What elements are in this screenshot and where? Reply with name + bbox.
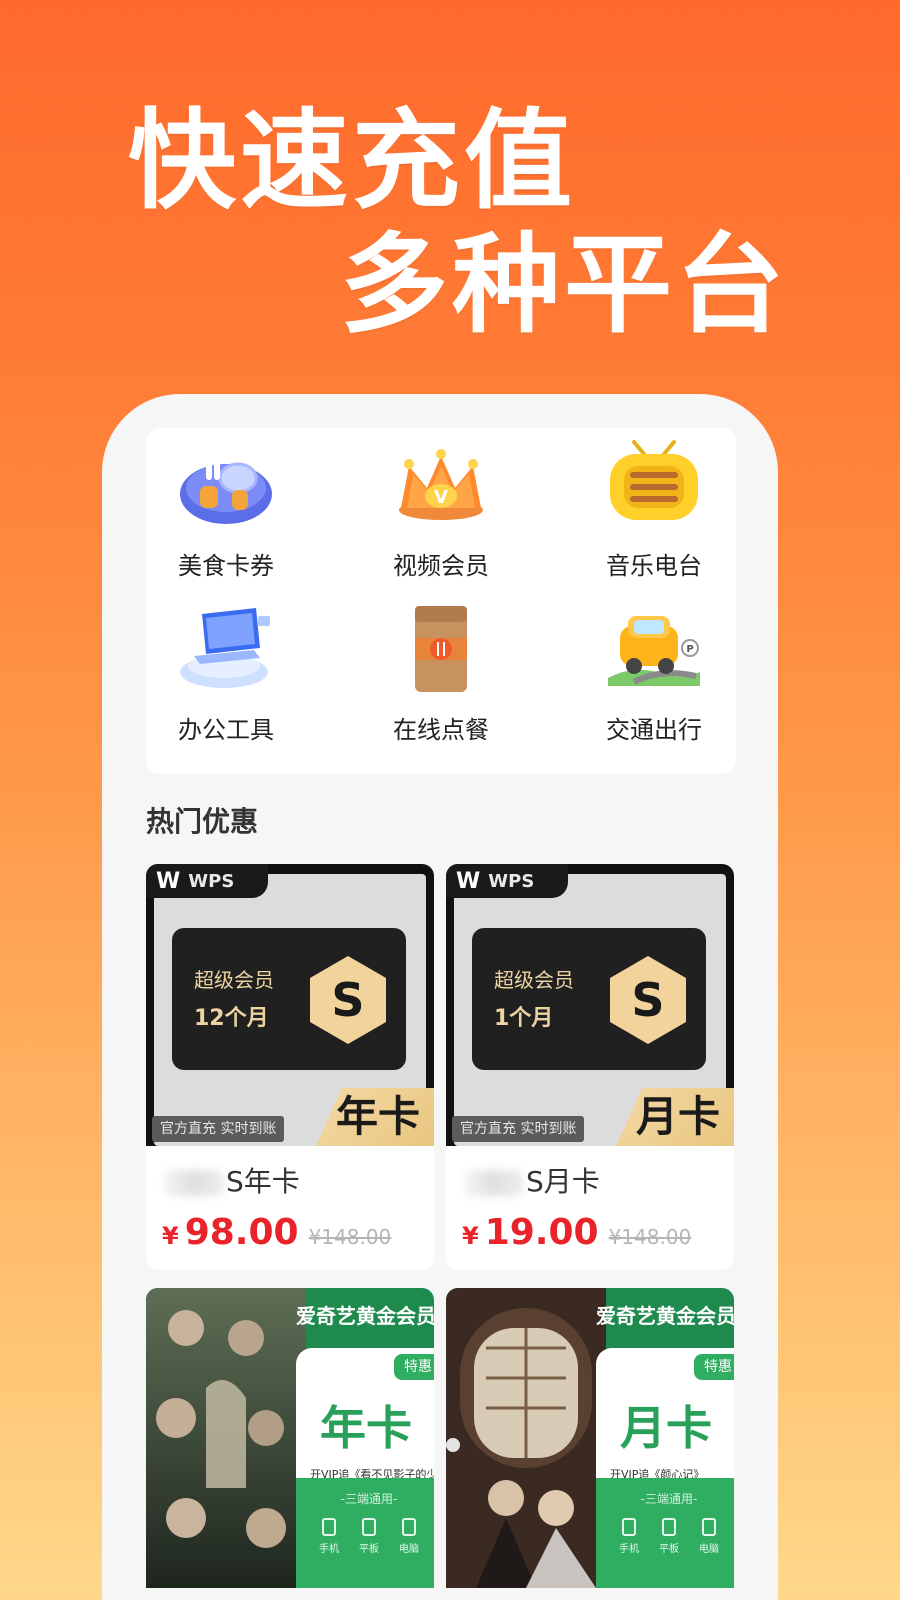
svg-text:V: V [434, 487, 448, 508]
category-music-radio[interactable]: 音乐电台 [574, 438, 734, 588]
hero-title-line2: 多种平台 [340, 223, 789, 348]
hero-banner: 快速充值 多种平台 [0, 0, 900, 390]
price-symbol: ¥ [462, 1222, 479, 1250]
device-footer: -三端通用- 手机 平板 电脑 [296, 1478, 434, 1588]
wps-brand-tag: W WPS [146, 864, 268, 898]
product-card-iqiyi-month[interactable]: 爱奇艺黄金会员 特惠 月卡 开VIP追《颜心记》 -三端通用- 手机 平板 电脑 [446, 1288, 734, 1588]
category-label: 音乐电台 [606, 552, 702, 580]
official-tag: 官方直充 实时到账 [452, 1116, 585, 1142]
iqiyi-panel: 特惠 月卡 开VIP追《颜心记》 -三端通用- 手机 平板 电脑 [596, 1348, 734, 1588]
blurred-text [464, 1170, 524, 1196]
category-online-order[interactable]: 在线点餐 [361, 602, 521, 752]
device-footer-label: -三端通用- [340, 1492, 398, 1506]
drama-poster-image [146, 1288, 306, 1588]
product-name-row: S月卡 [464, 1160, 600, 1200]
video-crown-icon: V [391, 438, 491, 534]
category-label: 在线点餐 [393, 716, 489, 744]
vip-title: 超级会员 [494, 968, 574, 992]
price-row: ¥ 19.00 ¥148.00 [462, 1212, 691, 1253]
category-label: 交通出行 [606, 716, 702, 744]
price-row: ¥ 98.00 ¥148.00 [162, 1212, 391, 1253]
brand-label: WPS [188, 870, 235, 892]
vip-duration: 1个月 [494, 1006, 554, 1031]
category-food-voucher[interactable]: 美食卡券 [146, 438, 306, 588]
product-card-wps-year[interactable]: W WPS 超级会员 12个月 S 官方直充 实时到账 年卡 S年卡 ¥ 98.… [146, 864, 434, 1270]
device-footer: -三端通用- 手机 平板 电脑 [596, 1478, 734, 1588]
iqiyi-header: 爱奇艺黄金会员 [296, 1304, 434, 1328]
device-footer-label: -三端通用- [640, 1492, 698, 1506]
category-label: 视频会员 [393, 552, 489, 580]
product-card-wps-month[interactable]: W WPS 超级会员 1个月 S 官方直充 实时到账 月卡 S月卡 ¥ 19.0… [446, 864, 734, 1270]
discount-badge: 特惠 [394, 1354, 434, 1380]
car-icon: P [604, 602, 704, 698]
category-grid: 美食卡券 V 视频会员 音乐电台 办公工具 在线点餐 P 交通出行 [146, 428, 736, 774]
product-name: S年卡 [226, 1165, 300, 1198]
vip-card-graphic: 超级会员 12个月 S [172, 928, 406, 1070]
svg-text:P: P [686, 644, 693, 655]
category-transport[interactable]: P 交通出行 [574, 602, 734, 752]
drama-poster-image [446, 1288, 606, 1588]
hero-title-line1: 快速充值 [128, 99, 577, 224]
product-image: W WPS 超级会员 1个月 S 官方直充 实时到账 月卡 [446, 864, 734, 1146]
official-tag: 官方直充 实时到账 [152, 1116, 285, 1142]
food-bag-icon [391, 602, 491, 698]
food-voucher-icon [176, 438, 276, 534]
vip-card-graphic: 超级会员 1个月 S [472, 928, 706, 1070]
tablet-device-icon: 平板 [654, 1518, 684, 1555]
iqiyi-panel: 特惠 年卡 开VIP追《看不见影子的少年》 -三端通用- 手机 平板 电脑 [296, 1348, 434, 1588]
discount-badge: 特惠 [694, 1354, 734, 1380]
original-price: ¥148.00 [308, 1225, 392, 1249]
product-tag-bar: 官方直充 实时到账 年卡 [146, 1088, 434, 1146]
svg-text:S: S [331, 973, 364, 1027]
category-video-vip[interactable]: V 视频会员 [361, 438, 521, 588]
computer-device-icon: 电脑 [694, 1518, 724, 1555]
section-title: 热门优惠 [146, 805, 259, 838]
product-name: S月卡 [526, 1165, 600, 1198]
phone-screen: 美食卡券 V 视频会员 音乐电台 办公工具 在线点餐 P 交通出行 热门优惠 W… [102, 394, 778, 1600]
price-symbol: ¥ [162, 1222, 179, 1250]
category-label: 美食卡券 [178, 552, 274, 580]
computer-device-icon: 电脑 [394, 1518, 424, 1555]
brand-label: WPS [488, 870, 535, 892]
product-image: W WPS 超级会员 12个月 S 官方直充 实时到账 年卡 [146, 864, 434, 1146]
phone-device-icon: 手机 [614, 1518, 644, 1555]
vip-duration: 12个月 [194, 1006, 269, 1031]
category-office-tools[interactable]: 办公工具 [146, 602, 306, 752]
phone-device-icon: 手机 [314, 1518, 344, 1555]
card-type-label: 年卡 [320, 1401, 412, 1455]
carousel-indicator-dot [446, 1438, 460, 1452]
wps-logo-icon: W [156, 868, 181, 894]
product-name-row: S年卡 [164, 1160, 300, 1200]
svg-text:S: S [631, 973, 664, 1027]
iqiyi-header: 爱奇艺黄金会员 [596, 1304, 734, 1328]
office-laptop-icon [176, 602, 276, 698]
price-value: 19.00 [484, 1212, 599, 1253]
category-label: 办公工具 [178, 716, 274, 744]
radio-icon [604, 438, 704, 534]
product-tag-bar: 官方直充 实时到账 月卡 [446, 1088, 734, 1146]
price-value: 98.00 [184, 1212, 299, 1253]
wps-brand-tag: W WPS [446, 864, 568, 898]
product-card-iqiyi-year[interactable]: 爱奇艺黄金会员 特惠 年卡 开VIP追《看不见影子的少年》 -三端通用- 手机 … [146, 1288, 434, 1588]
super-vip-s-icon: S [610, 956, 686, 1044]
card-type-label: 月卡 [620, 1401, 712, 1455]
tablet-device-icon: 平板 [354, 1518, 384, 1555]
vip-title: 超级会员 [194, 968, 274, 992]
blurred-text [164, 1170, 224, 1196]
original-price: ¥148.00 [608, 1225, 692, 1249]
super-vip-s-icon: S [310, 956, 386, 1044]
wps-logo-icon: W [456, 868, 481, 894]
